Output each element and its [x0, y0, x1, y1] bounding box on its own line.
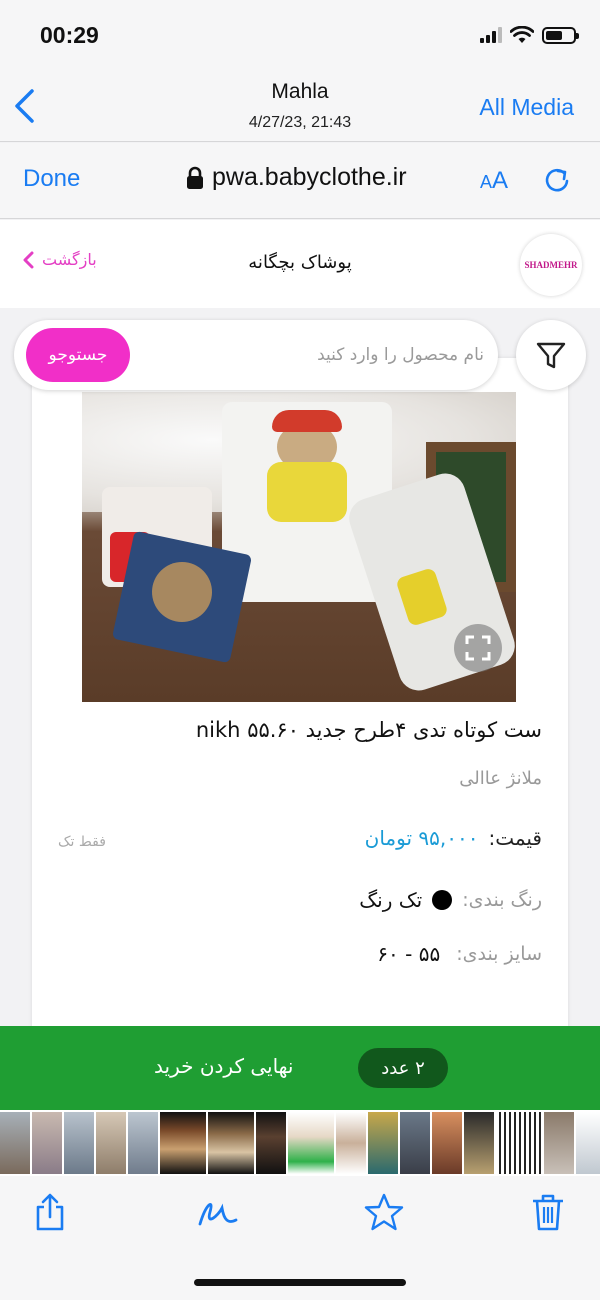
- chevron-left-icon: [23, 251, 34, 268]
- markup-button[interactable]: [196, 1190, 240, 1234]
- lock-icon: [187, 166, 203, 189]
- expand-icon: [465, 635, 491, 661]
- color-row: رنگ بندی: تک رنگ: [359, 888, 542, 912]
- clock: 00:29: [40, 22, 99, 48]
- web-page: SHADMEHR پوشاک بچگانه بازگشت ست کوتاه تد…: [0, 220, 600, 1028]
- size-row: سایز بندی: ۵۵ - ۶۰: [377, 942, 542, 966]
- site-back-label: بازگشت: [42, 250, 97, 269]
- size-label: سایز بندی:: [456, 943, 542, 965]
- color-label: رنگ بندی:: [462, 889, 542, 911]
- url-text: pwa.babyclothe.ir: [212, 163, 407, 191]
- image-shirt-print: [267, 462, 347, 522]
- product-name: ست کوتاه تدی ۴طرح جدید ۵۵.۶۰ nikh: [195, 718, 542, 742]
- filmstrip-thumb[interactable]: [544, 1112, 574, 1174]
- filmstrip-thumb[interactable]: [288, 1112, 334, 1174]
- safari-address-bar: Done pwa.babyclothe.ir AA: [0, 143, 600, 219]
- audio-waveform-thumb[interactable]: [496, 1112, 542, 1174]
- product-card: ست کوتاه تدی ۴طرح جدید ۵۵.۶۰ nikh ملانژ …: [32, 358, 568, 1028]
- search-button[interactable]: جستوجو: [26, 328, 130, 382]
- price-row: قیمت: ۹۵,۰۰۰ تومان: [365, 826, 542, 850]
- image-bear-hat: [272, 410, 342, 432]
- photos-nav-bar: Mahla 4/27/23, 21:43 All Media: [0, 70, 600, 142]
- filmstrip-thumb[interactable]: [432, 1112, 462, 1174]
- done-button[interactable]: Done: [23, 165, 80, 193]
- filmstrip-thumb[interactable]: [128, 1112, 158, 1174]
- product-store: ملانژ عاالی: [459, 768, 542, 789]
- aa-small: A: [480, 172, 493, 192]
- checkout-label: نهایی کردن خرید: [154, 1054, 294, 1078]
- photos-toolbar: [0, 1176, 600, 1300]
- favorite-icon: [364, 1193, 404, 1231]
- color-swatch[interactable]: [432, 890, 453, 910]
- search-box: جستوجو: [14, 320, 498, 390]
- battery-icon: [542, 26, 579, 44]
- filter-button[interactable]: [516, 320, 586, 390]
- size-value: ۵۵ - ۶۰: [377, 942, 441, 966]
- favorite-button[interactable]: [362, 1190, 406, 1234]
- url-field[interactable]: pwa.babyclothe.ir: [186, 163, 407, 192]
- filmstrip-thumb[interactable]: [464, 1112, 494, 1174]
- filmstrip-thumb[interactable]: [160, 1112, 206, 1174]
- share-button[interactable]: [28, 1190, 72, 1234]
- filmstrip-thumb[interactable]: [64, 1112, 94, 1174]
- aa-big: A: [492, 167, 509, 194]
- search-row: جستوجو: [14, 320, 586, 392]
- price-label: قیمت:: [488, 826, 542, 850]
- filmstrip-thumb[interactable]: [96, 1112, 126, 1174]
- reload-icon[interactable]: [542, 165, 572, 195]
- cart-quantity-badge: ۲ عدد: [358, 1048, 448, 1088]
- filmstrip-thumb[interactable]: [0, 1112, 30, 1174]
- filmstrip-thumb[interactable]: [576, 1112, 600, 1174]
- status-icons: [480, 26, 579, 44]
- filter-icon: [536, 342, 566, 369]
- checkout-bar[interactable]: نهایی کردن خرید ۲ عدد: [0, 1026, 600, 1110]
- search-input[interactable]: [144, 338, 484, 372]
- fullscreen-button[interactable]: [454, 624, 502, 672]
- price-value: ۹۵,۰۰۰ تومان: [364, 826, 479, 850]
- filmstrip-thumb[interactable]: [32, 1112, 62, 1174]
- filmstrip-thumb[interactable]: [336, 1112, 366, 1174]
- status-bar: 00:29: [0, 0, 600, 70]
- wifi-icon: [510, 26, 534, 43]
- trash-icon: [533, 1194, 563, 1231]
- all-media-button[interactable]: All Media: [479, 94, 574, 121]
- markup-icon: [198, 1202, 238, 1226]
- cellular-signal-icon: [480, 27, 502, 43]
- site-back-button[interactable]: بازگشت: [22, 250, 97, 269]
- site-header: SHADMEHR پوشاک بچگانه بازگشت: [0, 220, 600, 308]
- color-value: تک رنگ: [359, 888, 423, 912]
- delete-button[interactable]: [526, 1190, 570, 1234]
- home-indicator[interactable]: [194, 1279, 406, 1286]
- product-image[interactable]: [82, 392, 516, 702]
- reader-options-button[interactable]: AA: [480, 167, 508, 195]
- filmstrip-thumb[interactable]: [368, 1112, 398, 1174]
- photo-filmstrip[interactable]: [0, 1110, 600, 1176]
- single-only-note: فقط تک: [58, 834, 106, 850]
- filmstrip-thumb[interactable]: [400, 1112, 430, 1174]
- share-icon: [36, 1193, 64, 1231]
- filmstrip-thumb[interactable]: [256, 1112, 286, 1174]
- filmstrip-thumb[interactable]: [208, 1112, 254, 1174]
